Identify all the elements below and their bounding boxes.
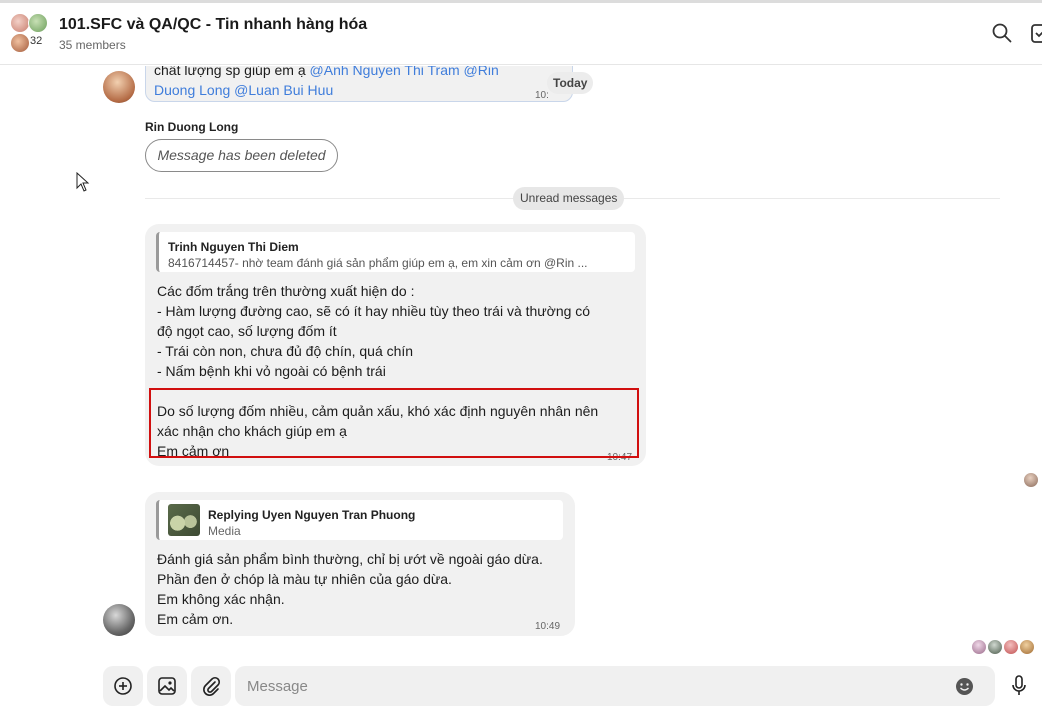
attach-button[interactable] <box>191 666 231 706</box>
plus-icon <box>114 677 132 695</box>
image-icon <box>158 677 176 695</box>
reply-preview[interactable]: Replying Uyen Nguyen Tran Phuong Media <box>156 500 563 540</box>
message-time: 10: <box>535 90 549 101</box>
chat-window: 32 101.SFC và QA/QC - Tin nhanh hàng hóa… <box>0 0 1042 716</box>
quoted-text: 8416714457- nhờ team đánh giá sản phẩm g… <box>168 256 588 270</box>
message-text: Đánh giá sản phẩm bình thường, chỉ bị ướ… <box>157 551 543 567</box>
mouse-cursor-icon <box>76 172 90 192</box>
seen-avatar <box>971 639 987 655</box>
member-avatar <box>10 13 30 33</box>
message-bubble[interactable]: chất lượng sp giúp em ạ @Anh Nguyen Thi … <box>145 66 573 102</box>
emoji-icon[interactable] <box>955 677 974 696</box>
message-text: Phần đen ở chóp là màu tự nhiên của gáo … <box>157 571 452 587</box>
chat-header: 32 101.SFC và QA/QC - Tin nhanh hàng hóa… <box>0 3 1042 65</box>
date-separator: Today <box>547 72 594 94</box>
highlight-annotation-box <box>149 388 639 458</box>
search-icon[interactable] <box>991 22 1013 44</box>
seen-avatar <box>1023 472 1039 488</box>
message-text: Em không xác nhận. <box>157 591 285 607</box>
add-button[interactable] <box>103 666 143 706</box>
image-button[interactable] <box>147 666 187 706</box>
reply-type: Media <box>208 524 241 538</box>
member-avatar <box>10 33 30 53</box>
member-count-badge: 32 <box>30 35 43 47</box>
message-input[interactable] <box>235 666 995 706</box>
calendar-icon[interactable] <box>1030 22 1042 44</box>
mic-icon[interactable] <box>1010 675 1028 697</box>
message-time: 10:49 <box>535 621 561 632</box>
message-text: Em cảm ơn. <box>157 611 234 627</box>
avatar[interactable] <box>103 604 135 636</box>
message-composer <box>0 660 1042 716</box>
seen-avatar <box>1019 639 1035 655</box>
seen-avatar <box>1003 639 1019 655</box>
seen-avatar <box>987 639 1003 655</box>
unread-messages-label: Unread messages <box>513 187 625 210</box>
paperclip-icon <box>203 676 221 696</box>
member-avatar <box>28 13 48 33</box>
media-thumbnail-icon <box>168 504 200 536</box>
message-text: Duong Long @Luan Bui Huu <box>154 82 334 98</box>
group-members-count[interactable]: 35 members <box>59 38 126 52</box>
message-text: - Nấm bệnh khi vỏ ngoài có bệnh trái <box>157 363 386 379</box>
sender-name[interactable]: Rin Duong Long <box>145 120 238 134</box>
message-bubble[interactable]: Replying Uyen Nguyen Tran Phuong Media Đ… <box>145 492 575 636</box>
message-list[interactable]: chất lượng sp giúp em ạ @Anh Nguyen Thi … <box>0 66 1042 660</box>
group-title[interactable]: 101.SFC và QA/QC - Tin nhanh hàng hóa <box>59 16 367 34</box>
group-avatar[interactable]: 32 <box>10 13 54 57</box>
message-text: - Hàm lượng đường cao, sẽ có ít hay nhiề… <box>157 303 591 319</box>
avatar[interactable] <box>103 71 135 103</box>
message-text: Các đốm trắng trên thường xuất hiện do : <box>157 283 415 299</box>
deleted-message: Message has been deleted <box>145 139 338 172</box>
message-text: - Trái còn non, chưa đủ độ chín, quá chí… <box>157 343 414 359</box>
quoted-message[interactable]: Trinh Nguyen Thi Diem 8416714457- nhờ te… <box>156 232 635 272</box>
message-text: độ ngọt cao, số lượng đốm ít <box>157 323 337 339</box>
message-text: chất lượng sp giúp em ạ @Anh Nguyen Thi … <box>154 66 499 78</box>
